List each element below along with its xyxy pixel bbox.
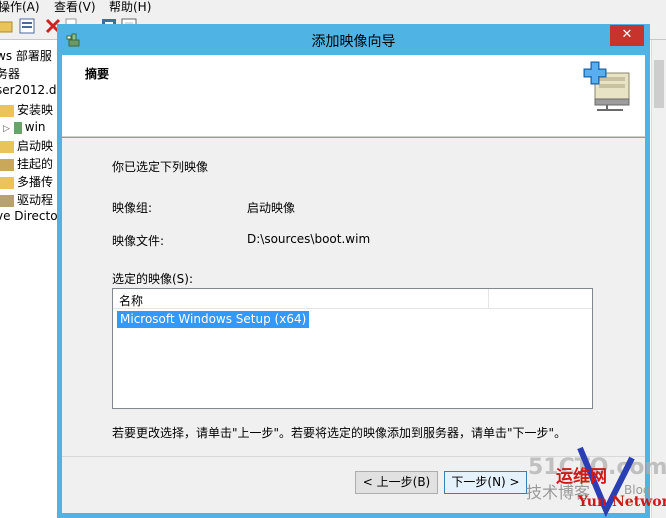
menu-view[interactable]: 查看(V) — [54, 0, 96, 15]
tree-item[interactable]: ser2012.d — [0, 83, 57, 101]
list-item[interactable]: Microsoft Windows Setup (x64) — [117, 311, 310, 328]
scrollbar-thumb[interactable] — [654, 60, 664, 108]
add-image-icon — [583, 61, 630, 111]
tree-item-label: 安装映 — [17, 103, 54, 117]
selected-images-list[interactable]: 名称 Microsoft Windows Setup (x64) — [112, 288, 593, 409]
expand-arrow-icon[interactable]: ▷ — [3, 124, 10, 134]
menu-help[interactable]: 帮助(H) — [109, 0, 151, 15]
image-file-label: 映像文件: — [112, 234, 165, 248]
intro-text: 你已选定下列映像 — [112, 160, 209, 174]
driver-icon — [0, 194, 14, 207]
image-group-label: 映像组: — [112, 201, 153, 215]
dialog-titlebar[interactable]: 添加映像向导 ✕ — [57, 24, 650, 55]
tree-item-label: 启动映 — [17, 139, 54, 153]
wizard-header: 摘要 — [62, 55, 645, 137]
tree-item[interactable]: 务器 — [0, 65, 20, 83]
selected-images-label: 选定的映像(S): — [112, 272, 194, 286]
close-button[interactable]: ✕ — [610, 25, 644, 46]
tree-item-label: win — [24, 120, 46, 134]
pending-icon — [0, 158, 14, 171]
tree-item-label: 驱动程 — [17, 193, 54, 207]
tree-item-boot-images[interactable]: 启动映 — [0, 137, 53, 155]
column-separator[interactable] — [488, 289, 489, 309]
folder-icon — [0, 104, 14, 117]
folder-icon[interactable] — [0, 17, 14, 35]
tree-item[interactable]: ve Directo — [0, 209, 58, 227]
tree-item-label: 多播传 — [17, 175, 54, 189]
tree-item-install-images[interactable]: 安装映 — [0, 101, 53, 119]
tree-item-win[interactable]: ▷ win — [3, 120, 46, 138]
wizard-body: 你已选定下列映像 映像组: 启动映像 映像文件: D:\sources\boot… — [62, 138, 645, 513]
dialog-title: 添加映像向导 — [311, 34, 396, 50]
folder-icon — [0, 140, 14, 153]
footer-divider — [62, 456, 645, 457]
tree-item[interactable]: ws 部署服 — [0, 47, 52, 65]
navigation-tree: ws 部署服 务器 ser2012.d 安装映 ▷ win 启动映 挂起的 多播… — [0, 40, 60, 518]
menu-action[interactable]: 操作(A) — [0, 0, 40, 15]
multicast-icon — [0, 176, 14, 189]
tree-item-label: 挂起的 — [17, 157, 54, 171]
column-header-name[interactable]: 名称 — [119, 292, 143, 309]
vertical-scrollbar[interactable] — [651, 40, 666, 518]
next-button[interactable]: 下一步(N) > — [444, 471, 527, 494]
tree-item-multicast[interactable]: 多播传 — [0, 173, 53, 191]
image-file-value: D:\sources\boot.wim — [247, 232, 371, 246]
tree-item-pending[interactable]: 挂起的 — [0, 155, 53, 173]
instruction-text: 若要更改选择，请单击"上一步"。若要将选定的映像添加到服务器，请单击"下一步"。 — [112, 426, 567, 440]
list-header: 名称 — [113, 289, 592, 309]
tree-item-drivers[interactable]: 驱动程 — [0, 191, 53, 209]
add-image-wizard-dialog: 添加映像向导 ✕ 摘要 你已选定下列映像 映像组: 启动映像 映像文件: D:\… — [57, 24, 650, 518]
image-group-value: 启动映像 — [247, 201, 296, 215]
menu-bar: 操作(A) 查看(V) 帮助(H) — [0, 0, 666, 14]
page-title: 摘要 — [85, 67, 110, 81]
back-button[interactable]: < 上一步(B) — [355, 471, 438, 494]
properties-icon[interactable] — [18, 17, 36, 35]
image-group-icon — [13, 121, 22, 134]
